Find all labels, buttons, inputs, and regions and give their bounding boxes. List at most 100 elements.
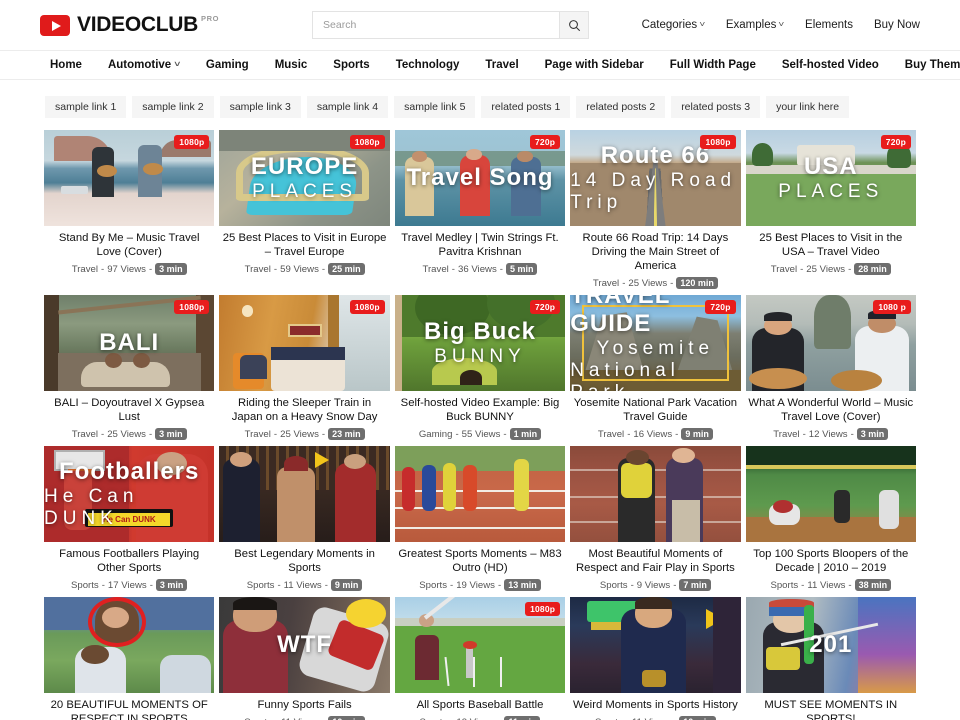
nav-automotive[interactable]: Automotive ˅ (108, 59, 181, 71)
nav-home[interactable]: Home (50, 59, 82, 71)
video-title[interactable]: Weird Moments in Sports History (570, 698, 740, 712)
video-thumbnail[interactable]: BALI 1080p (44, 295, 215, 391)
video-category[interactable]: Travel (773, 429, 799, 440)
video-thumbnail[interactable]: 1080 p (745, 295, 916, 391)
site-logo[interactable]: VIDEOCLUB PRO (40, 13, 219, 37)
video-category[interactable]: Travel (72, 264, 98, 275)
video-title[interactable]: 25 Best Places to Visit in the USA – Tra… (746, 231, 916, 259)
video-category[interactable]: Sports (600, 580, 628, 591)
video-card[interactable]: 20 BEAUTIFUL MOMENTS OF RESPECT IN SPORT… (44, 597, 215, 720)
video-category[interactable]: Travel (771, 264, 797, 275)
video-card[interactable]: Weird Moments in Sports HistorySports-11… (570, 597, 741, 720)
video-card[interactable]: 201MUST SEE MOMENTS IN SPORTS!Sports-13 … (745, 597, 916, 720)
video-thumbnail[interactable]: EUROPE PLACES 1080p (219, 130, 390, 226)
video-category[interactable]: Sports (247, 580, 275, 591)
video-title[interactable]: All Sports Baseball Battle (395, 698, 565, 712)
video-card[interactable]: Best Legendary Moments in Sports Sports -1… (219, 446, 390, 591)
video-category[interactable]: Travel (598, 429, 624, 440)
header-nav-item[interactable]: Elements (805, 19, 853, 31)
video-thumbnail[interactable]: 201 (745, 597, 916, 693)
nav-music[interactable]: Music (275, 59, 308, 71)
video-title[interactable]: 25 Best Places to Visit in Europe – Trav… (219, 231, 389, 259)
video-card[interactable]: 1080p Stand By Me – Music Travel Love (Co… (44, 130, 215, 289)
video-title[interactable]: Route 66 Road Trip: 14 Days Driving the … (570, 231, 740, 273)
tag-link[interactable]: sample link 3 (219, 96, 301, 118)
video-card[interactable]: Most Beautiful Moments of Respect and Fa… (570, 446, 741, 591)
video-card[interactable]: Big Buck BUNNY 720p Self-hosted Video Examp… (394, 295, 566, 440)
video-card[interactable]: He Can DUNK Footballers He Can DUNK Famous … (44, 446, 215, 591)
video-thumbnail[interactable]: Route 66 14 Day Road Trip 1080p (570, 130, 741, 226)
video-thumbnail[interactable]: Travel Song 720p (394, 130, 566, 226)
video-title[interactable]: Stand By Me – Music Travel Love (Cover) (44, 231, 214, 259)
nav-sports[interactable]: Sports (333, 59, 369, 71)
tag-link[interactable]: related posts 3 (671, 96, 761, 118)
video-thumbnail[interactable]: 1080p (394, 597, 566, 693)
video-thumbnail[interactable] (570, 446, 741, 542)
video-category[interactable]: Sports (770, 580, 798, 591)
nav-buy-theme[interactable]: Buy Theme (905, 59, 960, 71)
video-title[interactable]: Greatest Sports Moments – M83 Outro (HD) (395, 547, 565, 575)
video-category[interactable]: Gaming (419, 429, 453, 440)
header-nav-item[interactable]: Examples ˅ (726, 19, 785, 31)
video-card[interactable]: TRAVEL GUIDEYosemiteNational Park720p Yos… (570, 295, 741, 440)
video-category[interactable]: Sports (595, 717, 623, 720)
video-thumbnail[interactable]: USA PLACES 720p (745, 130, 916, 226)
video-title[interactable]: 20 BEAUTIFUL MOMENTS OF RESPECT IN SPORT… (44, 698, 214, 720)
video-title[interactable]: Most Beautiful Moments of Respect and Fa… (570, 547, 740, 575)
video-card[interactable]: 1080p Riding the Sleeper Train in Japan o… (219, 295, 390, 440)
video-card[interactable]: EUROPE PLACES 1080p 25 Best Places to Visit… (219, 130, 390, 289)
video-thumbnail[interactable]: He Can DUNK Footballers He Can DUNK (44, 446, 215, 542)
video-thumbnail[interactable]: 1080p (44, 130, 215, 226)
video-card[interactable]: WTFFunny Sports FailsSports-11 Views-10 … (219, 597, 390, 720)
nav-full-width-page[interactable]: Full Width Page (670, 59, 756, 71)
nav-self-hosted-video[interactable]: Self-hosted Video (782, 59, 879, 71)
nav-technology[interactable]: Technology (396, 59, 460, 71)
video-thumbnail[interactable]: WTF (219, 597, 390, 693)
video-card[interactable]: Route 66 14 Day Road Trip 1080p Route 66 Ro… (570, 130, 741, 289)
video-category[interactable]: Travel (422, 264, 448, 275)
video-thumbnail[interactable]: TRAVEL GUIDEYosemiteNational Park720p (570, 295, 741, 391)
video-category[interactable]: Travel (72, 429, 98, 440)
video-thumbnail[interactable]: 1080p (219, 295, 390, 391)
video-title[interactable]: Yosemite National Park Vacation Travel G… (570, 396, 740, 424)
video-title[interactable]: Riding the Sleeper Train in Japan on a H… (219, 396, 389, 424)
tag-link[interactable]: your link here (766, 96, 850, 118)
video-card[interactable]: 1080 p What A Wonderful World – Music Tra… (745, 295, 916, 440)
tag-link[interactable]: sample link 2 (132, 96, 214, 118)
header-nav-item[interactable]: Buy Now (874, 19, 920, 31)
video-title[interactable]: Famous Footballers Playing Other Sports (44, 547, 214, 575)
video-thumbnail[interactable] (44, 597, 215, 693)
search-input[interactable] (312, 11, 560, 39)
video-title[interactable]: What A Wonderful World – Music Travel Lo… (746, 396, 916, 424)
video-thumbnail[interactable] (219, 446, 390, 542)
tag-link[interactable]: related posts 1 (481, 96, 571, 118)
nav-gaming[interactable]: Gaming (206, 59, 249, 71)
tag-link[interactable]: sample link 1 (45, 96, 127, 118)
video-title[interactable]: MUST SEE MOMENTS IN SPORTS! (746, 698, 916, 720)
nav-travel[interactable]: Travel (485, 59, 518, 71)
video-title[interactable]: BALI – Doyoutravel X Gypsea Lust (44, 396, 214, 424)
video-card[interactable]: Greatest Sports Moments – M83 Outro (HD)… (394, 446, 566, 591)
video-category[interactable]: Sports (244, 717, 272, 720)
search-button[interactable] (559, 11, 590, 39)
tag-link[interactable]: sample link 4 (306, 96, 389, 118)
tag-link[interactable]: sample link 5 (394, 96, 476, 118)
video-card[interactable]: 1080pAll Sports Baseball BattleSports-13… (394, 597, 566, 720)
video-category[interactable]: Sports (420, 717, 448, 720)
video-category[interactable]: Sports (419, 580, 447, 591)
video-category[interactable]: Sports (71, 580, 99, 591)
video-category[interactable]: Travel (245, 429, 271, 440)
video-category[interactable]: Travel (245, 264, 271, 275)
video-card[interactable]: Travel Song 720p Travel Medley | Twin Stri… (394, 130, 566, 289)
video-title[interactable]: Funny Sports Fails (219, 698, 389, 712)
video-card[interactable]: Top 100 Sports Bloopers of the Decade | … (745, 446, 916, 591)
tag-link[interactable]: related posts 2 (576, 96, 666, 118)
video-category[interactable]: Travel (593, 278, 619, 289)
video-thumbnail[interactable]: Big Buck BUNNY 720p (394, 295, 566, 391)
video-title[interactable]: Best Legendary Moments in Sports (219, 547, 389, 575)
video-thumbnail[interactable] (394, 446, 566, 542)
nav-page-with-sidebar[interactable]: Page with Sidebar (545, 59, 644, 71)
header-nav-item[interactable]: Categories ˅ (642, 19, 706, 31)
video-title[interactable]: Travel Medley | Twin Strings Ft. Pavitra… (395, 231, 565, 259)
video-title[interactable]: Self-hosted Video Example: Big Buck BUNN… (395, 396, 565, 424)
